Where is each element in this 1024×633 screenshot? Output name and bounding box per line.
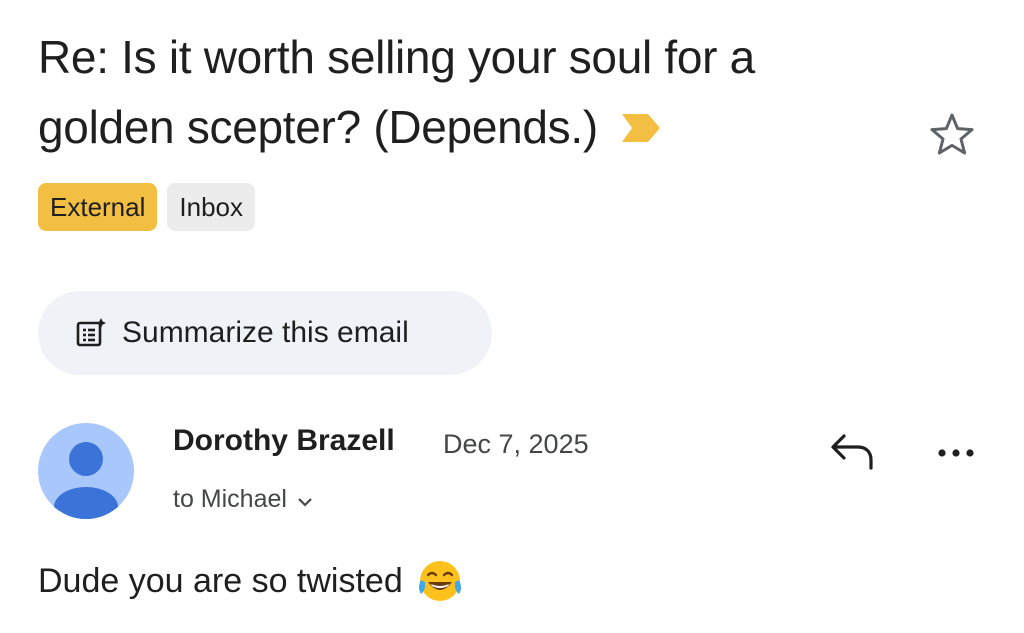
importance-marker-icon[interactable] (620, 93, 662, 163)
recipient-label: to Michael (173, 485, 287, 513)
summarize-label: Summarize this email (122, 316, 409, 349)
chevron-down-icon (297, 486, 313, 515)
avatar-person-icon (54, 442, 118, 519)
more-horizontal-icon[interactable] (932, 434, 980, 470)
message-body-text: Dude you are so twisted (38, 561, 403, 600)
star-icon[interactable] (928, 112, 976, 156)
label-chips: External Inbox (38, 183, 255, 231)
recipient-toggle[interactable]: to Michael (173, 484, 313, 515)
reply-icon[interactable] (828, 430, 878, 474)
face-with-tears-of-joy-icon (417, 558, 463, 604)
message-body: Dude you are so twisted (38, 558, 463, 604)
email-subject: Re: Is it worth selling your soul for a … (38, 22, 898, 163)
avatar[interactable] (38, 423, 134, 519)
summarize-icon (76, 318, 106, 348)
email-subject-block: Re: Is it worth selling your soul for a … (38, 22, 898, 163)
label-inbox[interactable]: Inbox (167, 183, 255, 231)
label-external[interactable]: External (38, 183, 158, 231)
message-date: Dec 7, 2025 (443, 429, 589, 459)
summarize-button[interactable]: Summarize this email (38, 291, 492, 375)
sender-name: Dorothy Brazell (173, 424, 395, 457)
